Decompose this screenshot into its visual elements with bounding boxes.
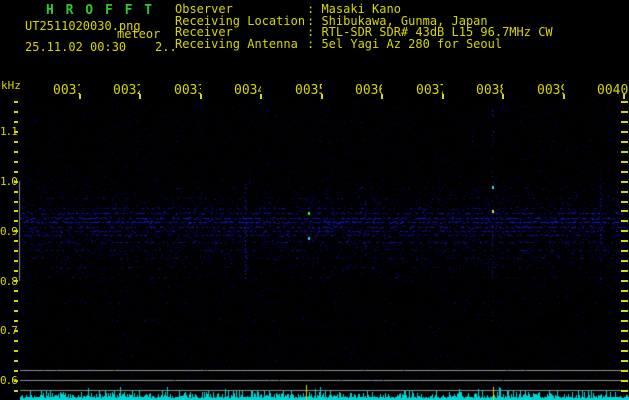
freq-minor-tick-right [621,280,628,282]
freq-minor-tick-left [14,380,18,382]
freq-minor-tick-left [14,191,18,193]
freq-minor-tick-left [14,270,18,272]
freq-minor-tick-right [621,220,628,222]
freq-minor-tick-right [621,101,628,103]
freq-minor-tick-left [14,230,18,232]
time-label-0034: 0034 [234,83,261,96]
freq-minor-tick-left [14,181,18,183]
freq-minor-tick-left [14,171,18,173]
freq-minor-tick-right [621,121,628,123]
freq-minor-tick-left [14,370,18,372]
time-label-0033: 0033 [174,83,201,96]
freq-minor-tick-right [621,380,628,382]
time-tick [321,94,323,99]
freq-minor-tick-left [14,111,18,113]
freq-minor-tick-left [14,161,18,163]
freq-minor-tick-right [621,340,628,342]
freq-minor-tick-left [14,300,18,302]
freq-minor-tick-right [621,390,628,392]
freq-minor-tick-left [14,390,18,392]
freq-minor-tick-left [14,121,18,123]
freq-minor-tick-right [621,111,628,113]
time-label-0032: 0032 [113,83,140,96]
freq-minor-tick-right [621,141,628,143]
spectrogram-canvas [0,0,629,400]
time-label-0039: 0039 [537,83,564,96]
freq-minor-tick-right [621,370,628,372]
time-label-0031: 0031 [53,83,80,96]
freq-minor-tick-left [14,210,18,212]
freq-minor-tick-right [621,360,628,362]
time-tick [139,94,141,99]
freq-minor-tick-right [621,290,628,292]
freq-minor-tick-left [14,141,18,143]
time-tick [502,94,504,99]
freq-minor-tick-right [621,151,628,153]
freq-minor-tick-right [621,260,628,262]
freq-minor-tick-left [14,101,18,103]
freq-minor-tick-left [14,240,18,242]
time-tick [381,94,383,99]
time-tick [200,94,202,99]
freq-minor-tick-right [621,171,628,173]
freq-minor-tick-right [621,161,628,163]
freq-minor-tick-left [14,330,18,332]
time-tick [79,94,81,99]
freq-minor-tick-left [14,340,18,342]
freq-minor-tick-right [621,300,628,302]
freq-minor-tick-right [621,310,628,312]
time-label-0036: 0036 [355,83,382,96]
freq-minor-tick-right [621,240,628,242]
freq-minor-tick-right [621,320,628,322]
freq-minor-tick-left [14,320,18,322]
freq-minor-tick-right [621,270,628,272]
freq-minor-tick-right [621,191,628,193]
freq-minor-tick-left [14,220,18,222]
freq-minor-tick-left [14,350,18,352]
time-tick [260,94,262,99]
time-label-0035: 0035 [295,83,322,96]
freq-minor-tick-right [621,201,628,203]
freq-minor-tick-left [14,131,18,133]
freq-minor-tick-left [14,360,18,362]
freq-minor-tick-right [621,210,628,212]
freq-minor-tick-right [621,350,628,352]
freq-minor-tick-right [621,330,628,332]
freq-minor-tick-left [14,310,18,312]
freq-minor-tick-left [14,260,18,262]
freq-minor-tick-left [14,290,18,292]
time-tick [623,94,625,99]
freq-minor-tick-right [621,230,628,232]
time-tick [442,94,444,99]
hrofft-screen: H R O F F T UT2511020030.png meteor 25.1… [0,0,629,400]
freq-minor-tick-left [14,250,18,252]
freq-minor-tick-left [14,151,18,153]
freq-minor-tick-right [621,181,628,183]
time-label-0038: 0038 [476,83,503,96]
freq-minor-tick-right [621,250,628,252]
time-label-0037: 0037 [416,83,443,96]
freq-minor-tick-left [14,280,18,282]
time-tick [563,94,565,99]
freq-minor-tick-right [621,131,628,133]
freq-minor-tick-left [14,201,18,203]
